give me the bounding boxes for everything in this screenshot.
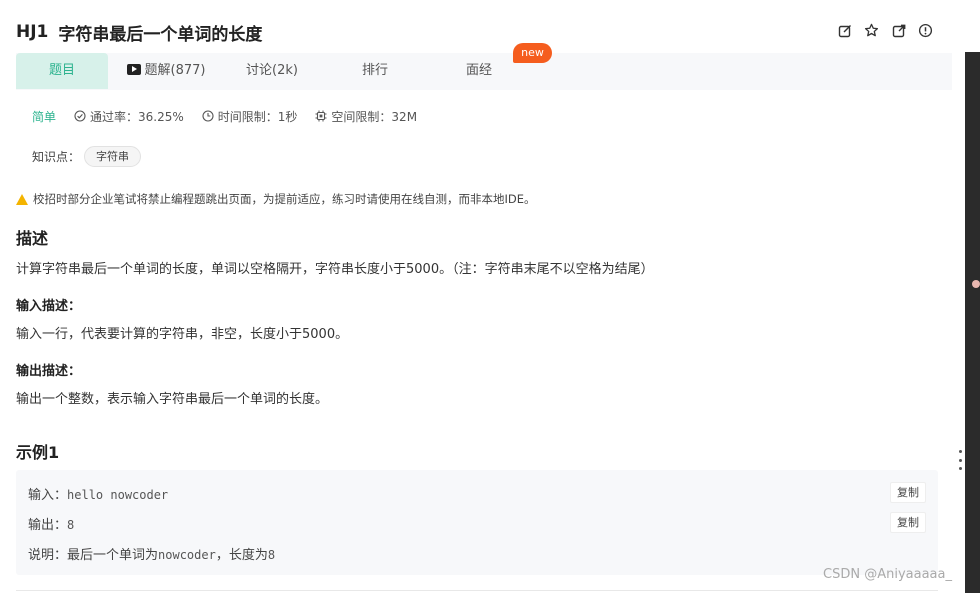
more-vertical-icon[interactable] — [957, 450, 963, 470]
tab-label: 讨论(2k) — [246, 63, 298, 78]
memory-limit: 空间限制：32M — [315, 108, 417, 125]
check-circle-icon — [74, 110, 86, 122]
example-output-value: 8 — [67, 518, 75, 532]
title-actions — [836, 22, 934, 39]
example-input-label: 输入： — [28, 488, 68, 503]
side-panel-dot — [972, 280, 980, 288]
knowledge-points: 知识点： 字符串 — [32, 145, 142, 167]
example-explain-code: nowcoder — [158, 548, 216, 562]
notice-text: 校招时部分企业笔试将禁止编程题跳出页面，为提前适应，练习时请使用在线自测，而非本… — [33, 192, 536, 206]
description-heading: 描述 — [16, 229, 49, 248]
problem-id: HJ1 — [16, 22, 49, 42]
memory-limit-text: 空间限制：32M — [331, 109, 418, 124]
tab-problem[interactable]: 题目 — [16, 53, 108, 89]
time-limit: 时间限制：1秒 — [202, 108, 298, 125]
example-output: 输出：8 — [28, 514, 74, 533]
star-icon[interactable] — [863, 22, 880, 39]
pass-rate-text: 通过率：36.25% — [90, 109, 184, 124]
output-desc-text: 输出一个整数，表示输入字符串最后一个单词的长度。 — [16, 392, 329, 407]
tab-label: 排行 — [361, 63, 388, 78]
description-text: 计算字符串最后一个单词的长度，单词以空格隔开，字符串长度小于5000。（注：字符… — [16, 262, 654, 277]
side-panel-edge — [965, 52, 980, 593]
problem-name: 字符串最后一个单词的长度 — [58, 24, 263, 45]
input-desc-text: 输入一行，代表要计算的字符串，非空，长度小于5000。 — [16, 327, 349, 342]
share-icon[interactable] — [890, 22, 907, 39]
exam-notice: 校招时部分企业笔试将禁止编程题跳出页面，为提前适应，练习时请使用在线自测，而非本… — [16, 191, 536, 207]
example-explain-prefix: 最后一个单词为 — [67, 548, 159, 563]
example-heading: 示例1 — [16, 443, 60, 462]
new-badge: new — [513, 43, 552, 63]
knowledge-tag[interactable]: 字符串 — [84, 145, 142, 167]
example-explain-mid: ，长度为 — [215, 548, 268, 563]
info-icon[interactable] — [917, 22, 934, 39]
tab-interview[interactable]: 面经 — [446, 53, 512, 89]
time-limit-text: 时间限制：1秒 — [217, 109, 298, 124]
tab-ranking[interactable]: 排行 — [342, 53, 408, 89]
example-input: 输入：hello nowcoder — [28, 484, 168, 503]
example-explain-num: 8 — [267, 548, 276, 562]
input-desc-heading: 输入描述： — [16, 299, 82, 314]
edit-icon[interactable] — [836, 22, 853, 39]
problem-meta: 简单 通过率：36.25% 时间限制：1秒 空间限制：32M — [32, 108, 435, 124]
tab-discussion[interactable]: 讨论(2k) — [232, 53, 312, 89]
watermark: CSDN @Aniyaaaaa_ — [823, 567, 952, 582]
example-output-label: 输出： — [28, 518, 68, 533]
video-play-icon — [126, 64, 141, 75]
warning-icon — [16, 193, 28, 205]
problem-title: HJ1 字符串最后一个单词的长度 — [16, 18, 262, 46]
difficulty-label: 简单 — [32, 109, 57, 124]
problem-card: HJ1 字符串最后一个单词的长度 题目 题解(877) 讨论(2k) 排行 面经… — [0, 0, 952, 593]
example-explanation: 说明：最后一个单词为nowcoder，长度为8 — [28, 544, 275, 563]
example-input-value: hello nowcoder — [67, 488, 169, 502]
knowledge-label: 知识点： — [32, 149, 81, 164]
tab-solutions[interactable]: 题解(877) — [118, 53, 214, 89]
copy-input-button[interactable]: 复制 — [890, 482, 926, 503]
tab-label: 面经 — [465, 63, 492, 78]
divider — [16, 590, 938, 591]
tab-label: 题解(877) — [144, 63, 206, 78]
pass-rate: 通过率：36.25% — [74, 108, 184, 125]
clock-icon — [202, 110, 214, 122]
example-box: 输入：hello nowcoder 复制 输出：8 复制 说明：最后一个单词为n… — [16, 470, 938, 575]
tab-label: 题目 — [48, 63, 75, 78]
problem-tabs: 题目 题解(877) 讨论(2k) 排行 面经 — [16, 53, 952, 90]
example-explain-label: 说明： — [28, 548, 68, 563]
copy-output-button[interactable]: 复制 — [890, 512, 926, 533]
chip-icon — [315, 110, 327, 122]
output-desc-heading: 输出描述： — [16, 364, 82, 379]
